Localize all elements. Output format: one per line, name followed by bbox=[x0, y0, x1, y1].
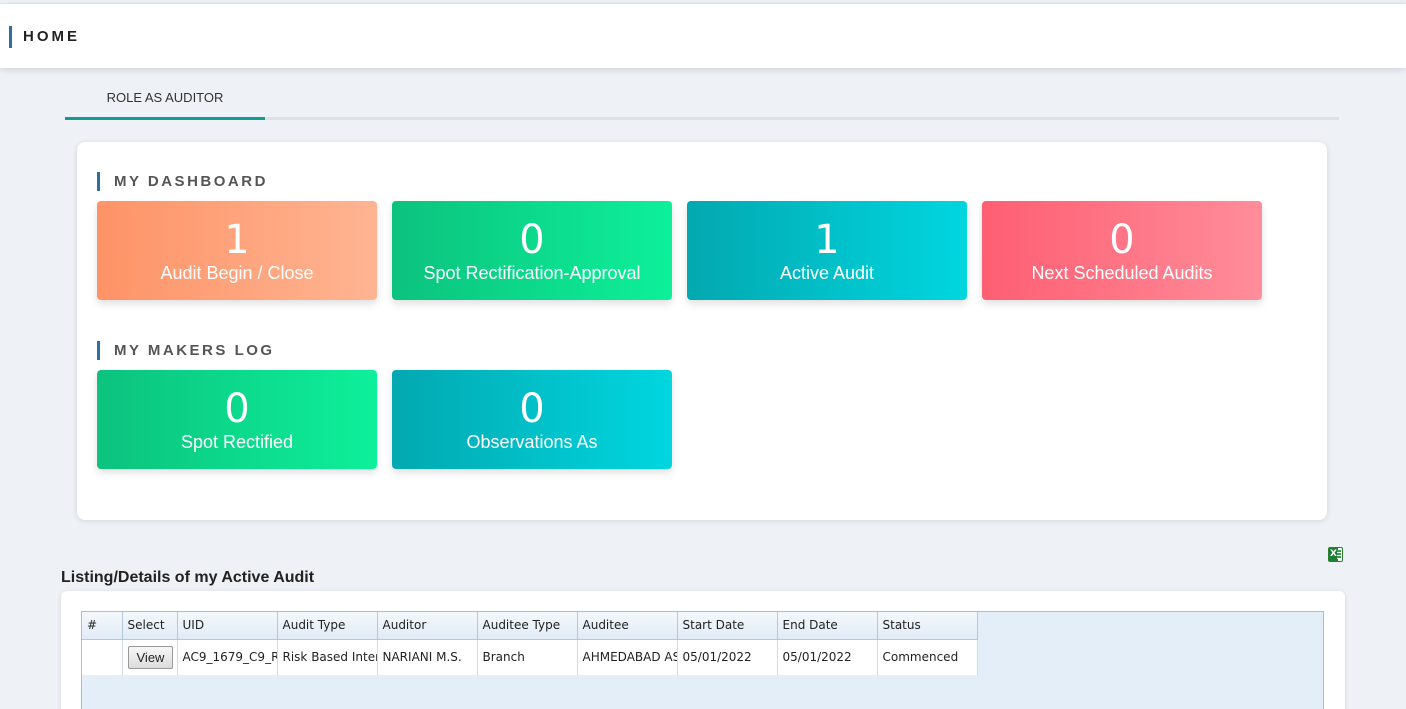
view-button[interactable]: View bbox=[127, 645, 174, 669]
cell-audit-type: Risk Based Interi bbox=[277, 639, 378, 675]
card-label: Audit Begin / Close bbox=[160, 263, 314, 283]
card-next-scheduled-audits[interactable]: 0 Next Scheduled Audits bbox=[982, 201, 1262, 300]
table-row: View AC9_1679_C9_R Risk Based Interi NAR… bbox=[82, 639, 978, 675]
card-label: Observations As bbox=[466, 432, 598, 452]
cell-end-date: 05/01/2022 bbox=[777, 639, 878, 675]
card-value: 0 bbox=[1109, 217, 1135, 263]
page-header: HOME bbox=[0, 3, 1406, 68]
column-header-auditor[interactable]: Auditor bbox=[377, 612, 478, 640]
excel-export-icon[interactable]: X bbox=[1328, 547, 1343, 562]
dashboard-panel: MY DASHBOARD 1 Audit Begin / Close 0 Spo… bbox=[77, 142, 1327, 520]
column-header-end-date[interactable]: End Date bbox=[777, 612, 878, 640]
card-value: 1 bbox=[814, 217, 840, 263]
card-active-audit[interactable]: 1 Active Audit bbox=[687, 201, 967, 300]
card-label: Active Audit bbox=[779, 263, 875, 283]
column-header-audit-type[interactable]: Audit Type bbox=[277, 612, 378, 640]
cell-auditee-type: Branch bbox=[477, 639, 578, 675]
my-dashboard-title: MY DASHBOARD bbox=[97, 172, 268, 191]
cell-index bbox=[82, 639, 123, 675]
header-accent-bar bbox=[9, 26, 12, 48]
cell-start-date: 05/01/2022 bbox=[677, 639, 778, 675]
listing-heading: Listing/Details of my Active Audit bbox=[61, 569, 315, 586]
page-title: HOME bbox=[23, 28, 80, 45]
column-header-index[interactable]: # bbox=[82, 612, 123, 640]
card-observations-as[interactable]: 0 Observations As bbox=[392, 370, 672, 469]
card-value: 0 bbox=[224, 386, 250, 432]
cell-status: Commenced bbox=[877, 639, 978, 675]
card-spot-rectified[interactable]: 0 Spot Rectified bbox=[97, 370, 377, 469]
cell-auditee: AHMEDABAD ASI bbox=[577, 639, 678, 675]
tab-role-as-auditor[interactable]: ROLE AS AUDITOR bbox=[65, 82, 265, 120]
card-value: 0 bbox=[519, 217, 545, 263]
column-header-start-date[interactable]: Start Date bbox=[677, 612, 778, 640]
card-value: 1 bbox=[224, 217, 250, 263]
column-header-status[interactable]: Status bbox=[877, 612, 978, 640]
table-header-row: # Select UID Audit Type Auditor Auditee … bbox=[82, 612, 978, 640]
tab-bar: ROLE AS AUDITOR bbox=[65, 82, 1339, 120]
column-header-uid[interactable]: UID bbox=[177, 612, 278, 640]
cell-select: View bbox=[122, 639, 178, 675]
cell-uid: AC9_1679_C9_R bbox=[177, 639, 278, 675]
card-spot-rectification-approval[interactable]: 0 Spot Rectification-Approval bbox=[392, 201, 672, 300]
card-label: Next Scheduled Audits bbox=[1031, 263, 1213, 283]
active-audit-grid: # Select UID Audit Type Auditor Auditee … bbox=[81, 611, 1324, 709]
column-header-select[interactable]: Select bbox=[122, 612, 178, 640]
card-label: Spot Rectified bbox=[180, 432, 294, 452]
active-audit-table: # Select UID Audit Type Auditor Auditee … bbox=[82, 612, 978, 675]
card-value: 0 bbox=[519, 386, 545, 432]
column-header-auditee-type[interactable]: Auditee Type bbox=[477, 612, 578, 640]
cell-auditor: NARIANI M.S. bbox=[377, 639, 478, 675]
card-label: Spot Rectification-Approval bbox=[423, 263, 641, 283]
column-header-auditee[interactable]: Auditee bbox=[577, 612, 678, 640]
my-makers-log-title: MY MAKERS LOG bbox=[97, 341, 275, 360]
card-audit-begin-close[interactable]: 1 Audit Begin / Close bbox=[97, 201, 377, 300]
